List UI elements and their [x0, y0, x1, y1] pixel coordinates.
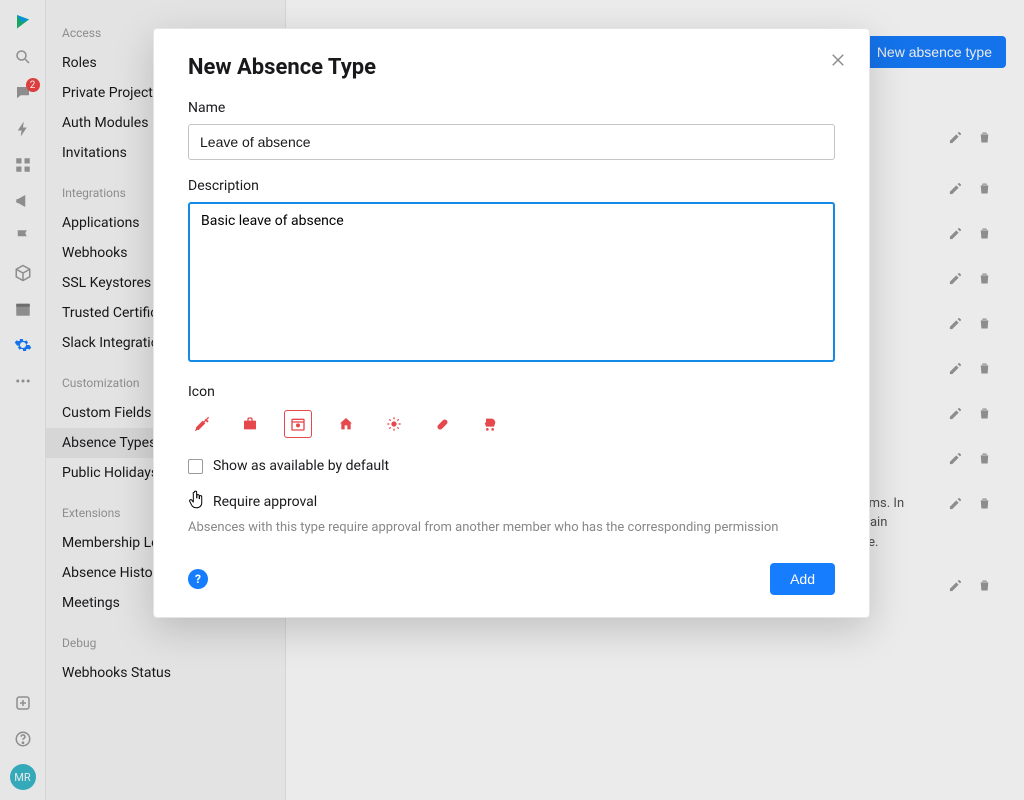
pill-icon[interactable]	[428, 410, 456, 438]
pencil-off-icon[interactable]	[188, 410, 216, 438]
name-label: Name	[188, 100, 835, 116]
icon-picker	[188, 410, 835, 438]
cursor-hand-icon	[188, 490, 203, 514]
show-available-label: Show as available by default	[213, 458, 389, 474]
show-available-checkbox[interactable]	[188, 459, 203, 474]
stroller-icon[interactable]	[476, 410, 504, 438]
require-approval-help: Absences with this type require approval…	[188, 520, 835, 535]
show-available-row[interactable]: Show as available by default	[188, 458, 835, 474]
dialog-help-icon[interactable]: ?	[188, 569, 208, 589]
new-absence-type-dialog: New Absence Type Name Description Icon S…	[153, 28, 870, 618]
calendar-select-icon[interactable]	[284, 410, 312, 438]
require-approval-row[interactable]: Require approval	[188, 490, 835, 514]
description-label: Description	[188, 178, 835, 194]
sun-icon[interactable]	[380, 410, 408, 438]
dialog-title: New Absence Type	[188, 55, 835, 80]
require-approval-label: Require approval	[213, 494, 317, 510]
add-button[interactable]: Add	[770, 563, 835, 595]
name-input[interactable]	[188, 124, 835, 160]
close-icon[interactable]	[829, 51, 847, 73]
description-input[interactable]	[188, 202, 835, 362]
briefcase-icon[interactable]	[236, 410, 264, 438]
home-icon[interactable]	[332, 410, 360, 438]
icon-label: Icon	[188, 384, 835, 400]
